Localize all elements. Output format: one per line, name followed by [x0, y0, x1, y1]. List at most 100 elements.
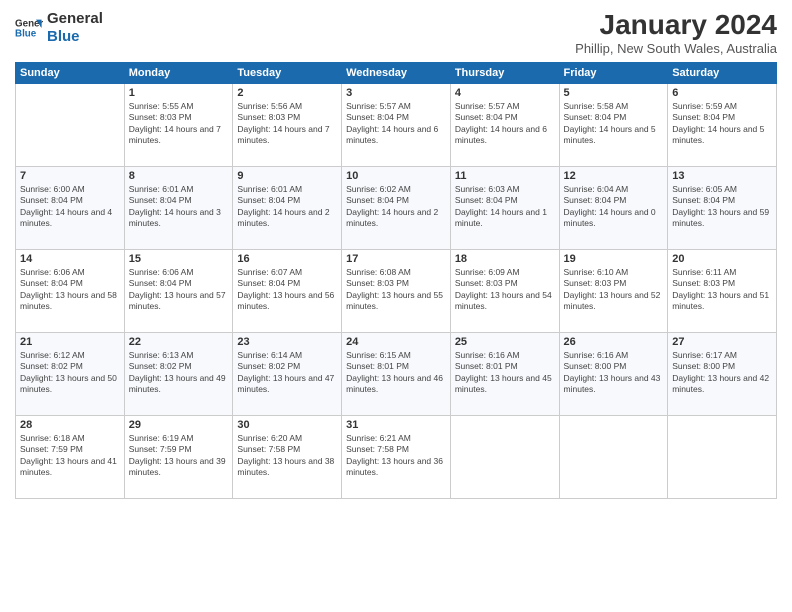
day-info: Sunrise: 5:57 AMSunset: 8:04 PMDaylight:… [455, 101, 555, 147]
week-row-4: 21Sunrise: 6:12 AMSunset: 8:02 PMDayligh… [16, 332, 777, 415]
day-info: Sunrise: 6:06 AMSunset: 8:04 PMDaylight:… [20, 267, 120, 313]
day-info: Sunrise: 6:17 AMSunset: 8:00 PMDaylight:… [672, 350, 772, 396]
day-number: 30 [237, 419, 337, 431]
day-number: 24 [346, 336, 446, 348]
day-info: Sunrise: 6:01 AMSunset: 8:04 PMDaylight:… [237, 184, 337, 230]
week-row-1: 1 Sunrise: 5:55 AMSunset: 8:03 PMDaylight… [16, 83, 777, 166]
day-cell: 29 Sunrise: 6:19 AMSunset: 7:59 PMDayligh… [124, 415, 233, 498]
day-cell [559, 415, 668, 498]
day-info: Sunrise: 6:09 AMSunset: 8:03 PMDaylight:… [455, 267, 555, 313]
day-info: Sunrise: 6:00 AMSunset: 8:04 PMDaylight:… [20, 184, 120, 230]
tuesday-header: Tuesday [233, 62, 342, 83]
day-cell: 16Sunrise: 6:07 AMSunset: 8:04 PMDayligh… [233, 249, 342, 332]
day-cell: 15 Sunrise: 6:06 AMSunset: 8:04 PMDayligh… [124, 249, 233, 332]
day-info: Sunrise: 5:59 AMSunset: 8:04 PMDaylight:… [672, 101, 772, 147]
day-number: 12 [564, 170, 664, 182]
day-cell: 18 Sunrise: 6:09 AMSunset: 8:03 PMDayligh… [450, 249, 559, 332]
friday-header: Friday [559, 62, 668, 83]
day-number: 23 [237, 336, 337, 348]
day-number: 10 [346, 170, 446, 182]
day-info: Sunrise: 6:05 AMSunset: 8:04 PMDaylight:… [672, 184, 772, 230]
calendar-page: General Blue General Blue January 2024 P… [0, 0, 792, 612]
day-number: 2 [237, 87, 337, 99]
day-cell: 25 Sunrise: 6:16 AMSunset: 8:01 PMDayligh… [450, 332, 559, 415]
day-info: Sunrise: 5:57 AMSunset: 8:04 PMDaylight:… [346, 101, 446, 147]
day-cell [16, 83, 125, 166]
day-number: 1 [129, 87, 229, 99]
wednesday-header: Wednesday [342, 62, 451, 83]
day-cell: 27Sunrise: 6:17 AMSunset: 8:00 PMDayligh… [668, 332, 777, 415]
day-info: Sunrise: 6:16 AMSunset: 8:01 PMDaylight:… [455, 350, 555, 396]
day-cell: 30 Sunrise: 6:20 AMSunset: 7:58 PMDayligh… [233, 415, 342, 498]
month-title: January 2024 [575, 10, 777, 41]
logo: General Blue General Blue [15, 10, 103, 46]
day-number: 18 [455, 253, 555, 265]
day-number: 20 [672, 253, 772, 265]
day-cell: 11 Sunrise: 6:03 AMSunset: 8:04 PMDayligh… [450, 166, 559, 249]
day-cell: 20Sunrise: 6:11 AMSunset: 8:03 PMDayligh… [668, 249, 777, 332]
day-info: Sunrise: 6:07 AMSunset: 8:04 PMDaylight:… [237, 267, 337, 313]
day-info: Sunrise: 6:18 AMSunset: 7:59 PMDaylight:… [20, 433, 120, 479]
day-info: Sunrise: 6:16 AMSunset: 8:00 PMDaylight:… [564, 350, 664, 396]
day-number: 22 [129, 336, 229, 348]
day-number: 29 [129, 419, 229, 431]
calendar-table: Sunday Monday Tuesday Wednesday Thursday… [15, 62, 777, 499]
day-cell: 14 Sunrise: 6:06 AMSunset: 8:04 PMDayligh… [16, 249, 125, 332]
day-number: 6 [672, 87, 772, 99]
day-info: Sunrise: 6:20 AMSunset: 7:58 PMDaylight:… [237, 433, 337, 479]
logo-icon: General Blue [15, 14, 43, 42]
day-cell: 10 Sunrise: 6:02 AMSunset: 8:04 PMDayligh… [342, 166, 451, 249]
calendar-header: Sunday Monday Tuesday Wednesday Thursday… [16, 62, 777, 83]
day-cell: 3Sunrise: 5:57 AMSunset: 8:04 PMDaylight… [342, 83, 451, 166]
header: General Blue General Blue January 2024 P… [15, 10, 777, 56]
sunday-header: Sunday [16, 62, 125, 83]
day-cell: 4 Sunrise: 5:57 AMSunset: 8:04 PMDaylight… [450, 83, 559, 166]
logo-text: General Blue [47, 10, 103, 46]
day-number: 15 [129, 253, 229, 265]
day-info: Sunrise: 5:55 AMSunset: 8:03 PMDaylight:… [129, 101, 229, 147]
day-number: 31 [346, 419, 446, 431]
day-info: Sunrise: 5:56 AMSunset: 8:03 PMDaylight:… [237, 101, 337, 147]
day-number: 25 [455, 336, 555, 348]
week-row-2: 7Sunrise: 6:00 AMSunset: 8:04 PMDaylight… [16, 166, 777, 249]
day-number: 11 [455, 170, 555, 182]
day-number: 14 [20, 253, 120, 265]
day-number: 9 [237, 170, 337, 182]
day-info: Sunrise: 6:04 AMSunset: 8:04 PMDaylight:… [564, 184, 664, 230]
day-number: 28 [20, 419, 120, 431]
day-info: Sunrise: 6:06 AMSunset: 8:04 PMDaylight:… [129, 267, 229, 313]
day-cell: 8Sunrise: 6:01 AMSunset: 8:04 PMDaylight… [124, 166, 233, 249]
day-info: Sunrise: 6:12 AMSunset: 8:02 PMDaylight:… [20, 350, 120, 396]
saturday-header: Saturday [668, 62, 777, 83]
day-cell: 17Sunrise: 6:08 AMSunset: 8:03 PMDayligh… [342, 249, 451, 332]
day-cell [450, 415, 559, 498]
week-row-5: 28 Sunrise: 6:18 AMSunset: 7:59 PMDayligh… [16, 415, 777, 498]
day-info: Sunrise: 6:13 AMSunset: 8:02 PMDaylight:… [129, 350, 229, 396]
day-number: 13 [672, 170, 772, 182]
day-number: 5 [564, 87, 664, 99]
day-cell: 1 Sunrise: 5:55 AMSunset: 8:03 PMDaylight… [124, 83, 233, 166]
day-number: 4 [455, 87, 555, 99]
day-cell: 28 Sunrise: 6:18 AMSunset: 7:59 PMDayligh… [16, 415, 125, 498]
monday-header: Monday [124, 62, 233, 83]
day-number: 17 [346, 253, 446, 265]
day-cell: 12 Sunrise: 6:04 AMSunset: 8:04 PMDayligh… [559, 166, 668, 249]
day-cell: 13 Sunrise: 6:05 AMSunset: 8:04 PMDayligh… [668, 166, 777, 249]
day-cell: 5 Sunrise: 5:58 AMSunset: 8:04 PMDaylight… [559, 83, 668, 166]
day-info: Sunrise: 6:03 AMSunset: 8:04 PMDaylight:… [455, 184, 555, 230]
day-info: Sunrise: 6:10 AMSunset: 8:03 PMDaylight:… [564, 267, 664, 313]
calendar-body: 1 Sunrise: 5:55 AMSunset: 8:03 PMDaylight… [16, 83, 777, 498]
day-cell [668, 415, 777, 498]
day-info: Sunrise: 6:19 AMSunset: 7:59 PMDaylight:… [129, 433, 229, 479]
day-cell: 31 Sunrise: 6:21 AMSunset: 7:58 PMDayligh… [342, 415, 451, 498]
day-info: Sunrise: 5:58 AMSunset: 8:04 PMDaylight:… [564, 101, 664, 147]
day-cell: 7Sunrise: 6:00 AMSunset: 8:04 PMDaylight… [16, 166, 125, 249]
day-cell: 24Sunrise: 6:15 AMSunset: 8:01 PMDayligh… [342, 332, 451, 415]
day-cell: 19Sunrise: 6:10 AMSunset: 8:03 PMDayligh… [559, 249, 668, 332]
header-row: Sunday Monday Tuesday Wednesday Thursday… [16, 62, 777, 83]
day-cell: 2 Sunrise: 5:56 AMSunset: 8:03 PMDaylight… [233, 83, 342, 166]
day-number: 8 [129, 170, 229, 182]
title-area: January 2024 Phillip, New South Wales, A… [575, 10, 777, 56]
day-info: Sunrise: 6:02 AMSunset: 8:04 PMDaylight:… [346, 184, 446, 230]
day-info: Sunrise: 6:21 AMSunset: 7:58 PMDaylight:… [346, 433, 446, 479]
